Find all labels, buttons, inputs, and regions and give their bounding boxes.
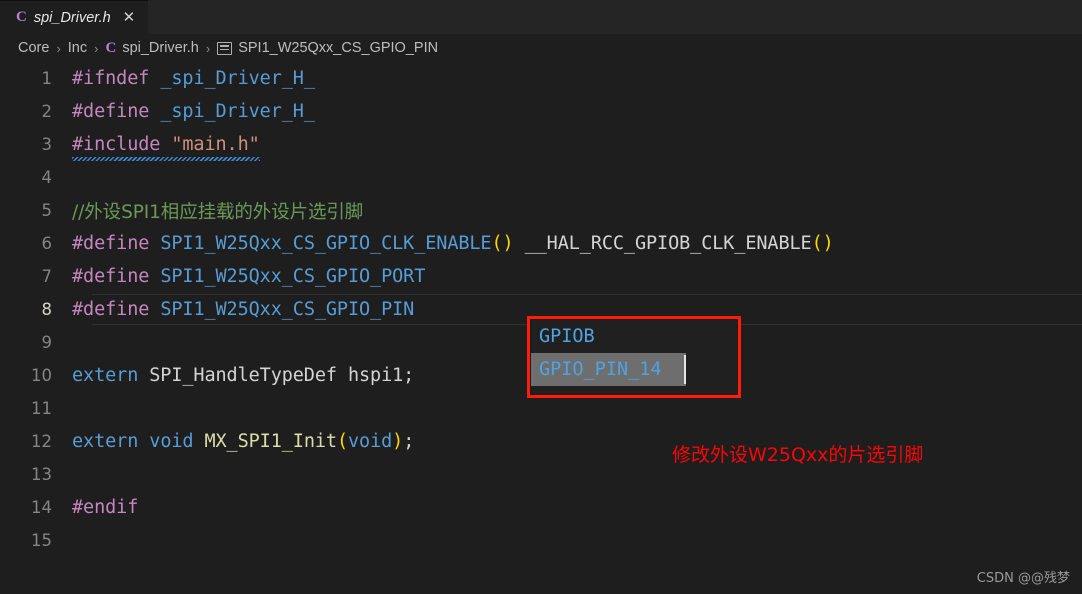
code-token: #ifndef (72, 68, 150, 89)
code-token: #define (72, 266, 150, 287)
code-line-text: #define SPI1_W25Qxx_CS_GPIO_PIN (72, 299, 414, 320)
breadcrumb-item-inc[interactable]: Inc (68, 40, 87, 56)
code-lines-container: 1 #ifndef _spi_Driver_H_ 2 #define _spi_Dri… (0, 62, 1082, 557)
code-token: () (811, 233, 834, 254)
code-token: _spi_Driver_H_ (160, 68, 315, 89)
code-token: SPI1_W25Qxx_CS_GPIO_CLK_ENABLE (160, 233, 492, 254)
code-token: extern (72, 431, 139, 452)
editor-tab-bar: C spi_Driver.h ✕ (0, 0, 1082, 34)
code-line-text: #endif (72, 497, 138, 518)
breadcrumb-item-symbol[interactable]: SPI1_W25Qxx_CS_GPIO_PIN (238, 40, 438, 56)
code-line[interactable]: 3 #include "main.h" (0, 128, 1082, 161)
code-token: __HAL_RCC_GPIOB_CLK_ENABLE (513, 233, 812, 254)
line-number: 12 (31, 432, 52, 451)
line-number: 15 (31, 531, 52, 550)
tab-bar-empty-space (148, 0, 1082, 34)
line-number: 5 (41, 201, 53, 220)
code-token: MX_SPI1_Init (204, 431, 337, 452)
breadcrumb-item-file[interactable]: spi_Driver.h (122, 40, 199, 56)
code-line-text: #ifndef _spi_Driver_H_ (72, 68, 315, 89)
tab-spi-driver-h[interactable]: C spi_Driver.h ✕ (0, 0, 148, 34)
code-token: #endif (72, 497, 139, 518)
breadcrumb-separator: › (205, 40, 211, 56)
line-number: 14 (31, 498, 52, 517)
code-line[interactable]: 5 //外设SPI1相应挂载的外设片选引脚 (0, 194, 1082, 227)
code-token: SPI_HandleTypeDef hspi1; (138, 365, 415, 386)
line-number: 3 (41, 135, 53, 154)
c-file-icon: C (105, 39, 117, 56)
breadcrumb-separator: › (94, 40, 99, 56)
code-line-text: //外设SPI1相应挂载的外设片选引脚 (72, 198, 363, 224)
line-number: 7 (41, 267, 53, 286)
tab-label: spi_Driver.h (33, 9, 111, 26)
code-token: ) (392, 431, 404, 452)
annotation-text: 修改外设W25Qxx的片选引脚 (672, 444, 924, 466)
code-line-text: #define _spi_Driver_H_ (72, 101, 315, 122)
code-line[interactable]: 4 (0, 161, 1082, 194)
line-number: 2 (41, 102, 53, 121)
code-token: ; (403, 431, 415, 452)
code-line-text: #define SPI1_W25Qxx_CS_GPIO_PORT (72, 266, 425, 287)
code-token: #define (72, 101, 150, 122)
line-number: 13 (31, 465, 52, 484)
code-line[interactable]: 2 #define _spi_Driver_H_ (0, 95, 1082, 128)
suggestion-item-label: GPIO_PIN_14 (539, 359, 662, 380)
line-number: 6 (41, 234, 53, 253)
suggestion-list[interactable]: GPIOB GPIO_PIN_14 (531, 320, 737, 394)
text-cursor (684, 355, 686, 384)
line-number: 1 (41, 69, 53, 88)
code-token: "main.h" (171, 134, 260, 155)
line-number: 11 (31, 399, 52, 418)
code-line-text: #define SPI1_W25Qxx_CS_GPIO_CLK_ENABLE()… (72, 233, 834, 254)
code-token: _spi_Driver_H_ (160, 101, 315, 122)
watermark: CSDN @@残梦 (976, 571, 1070, 586)
code-line-text: extern void MX_SPI1_Init(void); (72, 431, 414, 452)
code-line[interactable]: 7 #define SPI1_W25Qxx_CS_GPIO_PORT (0, 260, 1082, 293)
code-token: void (149, 431, 194, 452)
breadcrumb-item-core[interactable]: Core (18, 40, 49, 56)
code-line-text: extern SPI_HandleTypeDef hspi1; (72, 365, 414, 386)
code-token: //外设SPI1相应挂载的外设片选引脚 (72, 201, 364, 223)
code-token: extern (72, 365, 139, 386)
code-line[interactable]: 15 (0, 524, 1082, 557)
line-number: 9 (41, 333, 53, 352)
suggestion-item-label: GPIOB (539, 326, 595, 347)
code-token: #define (72, 233, 150, 254)
code-line[interactable]: 14 #endif (0, 491, 1082, 524)
close-icon[interactable]: ✕ (123, 10, 136, 25)
code-token: ( (336, 431, 348, 452)
line-number: 10 (31, 366, 52, 385)
code-editor[interactable]: 1 #ifndef _spi_Driver_H_ 2 #define _spi_Dri… (0, 62, 1082, 594)
suggestion-item[interactable]: GPIO_PIN_14 (531, 353, 686, 386)
line-number: 8 (41, 300, 53, 319)
code-token: #define (72, 299, 150, 320)
code-token: SPI1_W25Qxx_CS_GPIO_PIN (160, 299, 415, 320)
code-line[interactable]: 1 #ifndef _spi_Driver_H_ (0, 62, 1082, 95)
symbol-field-icon (217, 41, 233, 55)
code-token: SPI1_W25Qxx_CS_GPIO_PORT (160, 266, 426, 287)
code-line-text: #include "main.h" (72, 134, 260, 161)
code-line[interactable]: 6 #define SPI1_W25Qxx_CS_GPIO_CLK_ENABLE(… (0, 227, 1082, 260)
suggestion-item[interactable]: GPIOB (531, 320, 737, 353)
c-file-icon: C (16, 9, 27, 25)
code-token: #include (72, 134, 161, 155)
line-number: 4 (41, 168, 53, 187)
code-token: void (348, 431, 393, 452)
breadcrumb-separator: › (56, 40, 61, 56)
code-token: () (491, 233, 514, 254)
suggestion-widget-highlight-box: GPIOB GPIO_PIN_14 (527, 316, 741, 398)
breadcrumb: Core › Inc › C spi_Driver.h › SPI1_W25Qx… (0, 34, 1082, 62)
